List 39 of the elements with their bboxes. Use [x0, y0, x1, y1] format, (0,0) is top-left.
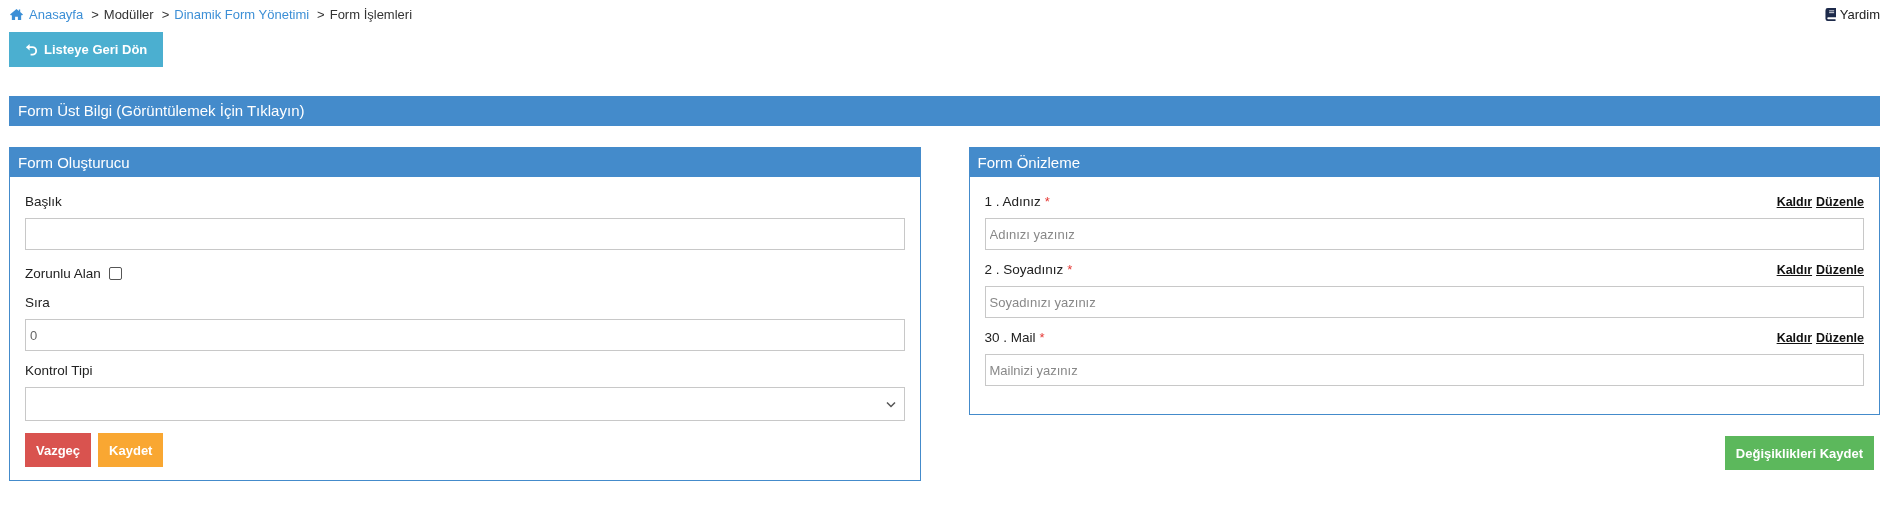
breadcrumb-separator: >: [317, 6, 325, 22]
breadcrumb-separator: >: [91, 6, 99, 22]
remove-link[interactable]: Kaldır: [1776, 194, 1813, 209]
input-field[interactable]: [25, 218, 905, 250]
panel-title: Form Oluşturucu: [10, 148, 920, 177]
breadcrumb-item: Modüller: [103, 6, 154, 22]
input-field[interactable]: Adınızı yazınız: [984, 218, 1864, 250]
chevron-down-icon: [885, 401, 896, 408]
field-label: Zorunlu Alan: [25, 266, 101, 281]
required-mark: *: [1067, 262, 1073, 277]
panel-title: Form Önizleme: [969, 148, 1879, 177]
input-field[interactable]: Mailnizi yazınız: [984, 354, 1864, 386]
breadcrumb-separator: >: [161, 6, 170, 22]
input-field[interactable]: Soyadınızı yazınız: [984, 286, 1864, 318]
required-mark: *: [1044, 194, 1050, 209]
remove-link[interactable]: Kaldır: [1776, 330, 1813, 345]
field-label: 30 . Mail: [984, 330, 1036, 345]
edit-link[interactable]: Düzenle: [1816, 194, 1864, 209]
undo-icon: [25, 43, 38, 56]
input-field[interactable]: 0: [25, 319, 905, 351]
field-label: Sıra: [25, 295, 51, 310]
edit-link[interactable]: Düzenle: [1816, 330, 1864, 345]
field-label: 1 . Adınız: [984, 194, 1041, 209]
edit-link[interactable]: Düzenle: [1816, 262, 1864, 277]
help-link[interactable]: Yardim: [1824, 6, 1880, 22]
field-label: Başlık: [25, 194, 63, 209]
action-button[interactable]: Vazgeç: [25, 433, 92, 467]
required-mark: *: [1039, 330, 1045, 345]
breadcrumb-link[interactable]: Dinamik Form Yönetimi: [174, 6, 310, 22]
remove-link[interactable]: Kaldır: [1776, 262, 1813, 277]
book-icon: [1824, 7, 1836, 21]
section-header-bar[interactable]: Form Üst Bilgi (Görüntülemek İçin Tıklayın): [9, 96, 1880, 126]
field-label: 2 . Soyadınız: [984, 262, 1064, 277]
breadcrumb-item: Form İşlemleri: [329, 6, 413, 22]
breadcrumb-link[interactable]: Anasayfa: [29, 6, 84, 22]
select-field[interactable]: [25, 387, 905, 421]
field-label: Kontrol Tipi: [25, 363, 94, 378]
checkbox[interactable]: [108, 267, 122, 280]
home-icon[interactable]: [9, 7, 24, 21]
